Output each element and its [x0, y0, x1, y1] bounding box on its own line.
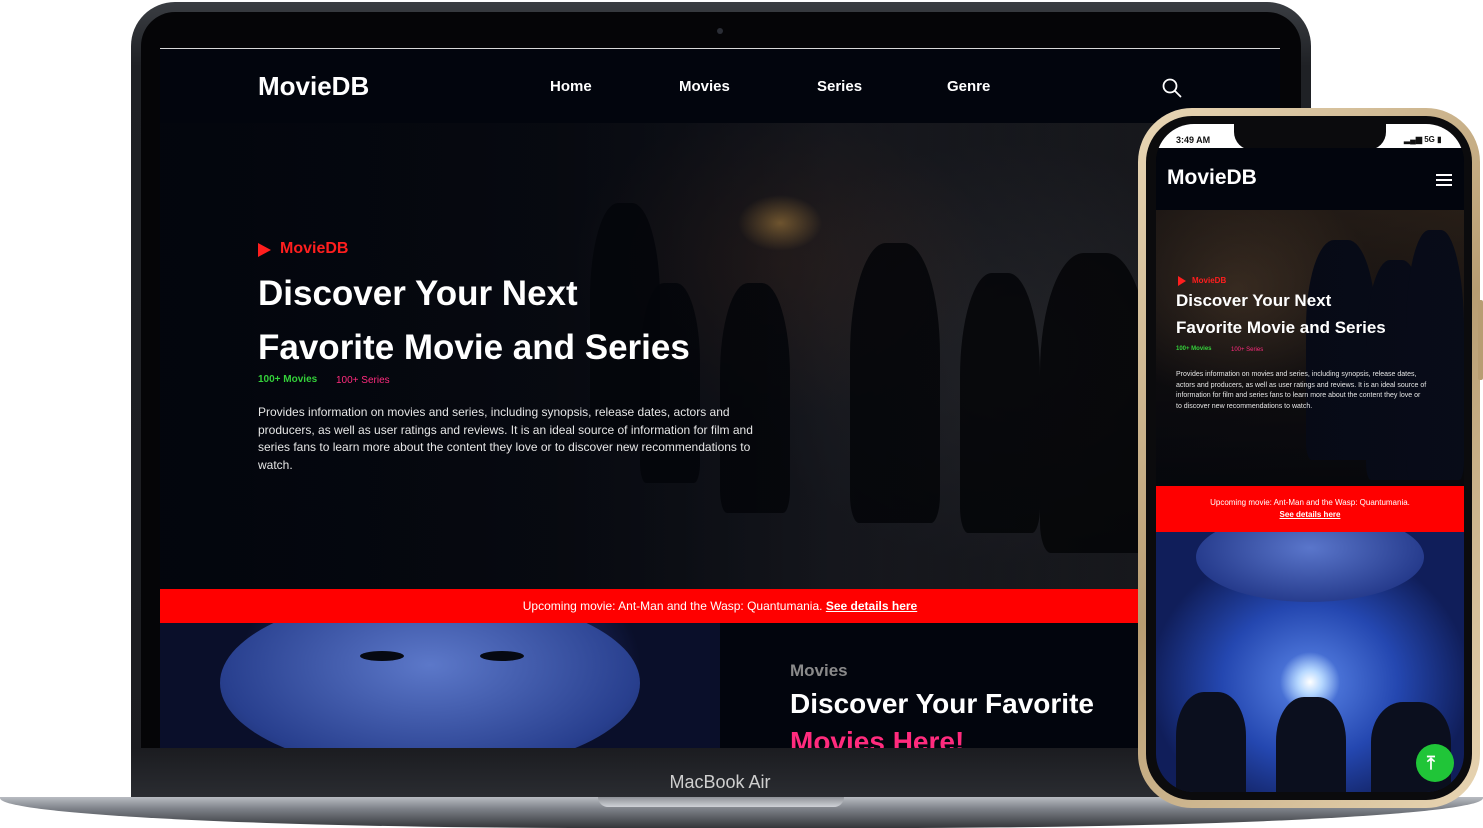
mobile-banner-text: Upcoming movie: Ant-Man and the Wasp: Qu… [1210, 498, 1410, 507]
hero-title: Discover Your Next Favorite Movie and Se… [258, 267, 858, 375]
mobile-hero-description: Provides information on movies and serie… [1176, 371, 1427, 410]
laptop-hinge-notch [598, 797, 844, 807]
phone-screen: 3:49 AM ▂▄▆ 5G ▮ MovieDB MovieDB Discove… [1156, 124, 1464, 792]
poster-rock [1276, 697, 1346, 792]
mobile-hero-tag: MovieDB [1192, 276, 1227, 285]
site-logo[interactable]: MovieDB [258, 71, 369, 102]
poster-eye [480, 651, 524, 661]
nav-link-movies[interactable]: Movies [679, 78, 730, 95]
section-title-pink: Movies Here! [790, 726, 965, 749]
poster-face [220, 623, 640, 749]
nav-link-genre[interactable]: Genre [947, 78, 990, 95]
mobile-hero-title-line1: Discover Your Next [1176, 291, 1332, 310]
arrow-up-icon: ⤒ [1427, 753, 1435, 773]
section-title: Discover Your Favorite Movies Here! [790, 685, 1094, 749]
play-icon [258, 243, 271, 257]
hero-title-line2: Favorite Movie and Series [258, 328, 690, 367]
network-type: 5G [1424, 135, 1435, 144]
mobile-hero-title-line2: Favorite Movie and Series [1176, 318, 1386, 337]
hamburger-menu-icon[interactable] [1436, 174, 1452, 186]
mobile-hero-title: Discover Your Next Favorite Movie and Se… [1176, 287, 1456, 341]
search-icon[interactable] [1162, 78, 1182, 98]
scroll-top-button[interactable] [1416, 744, 1454, 782]
hero-description: Provides information on movies and serie… [258, 405, 753, 472]
banner-details-link[interactable]: See details here [826, 599, 917, 613]
mobile-upcoming-banner: Upcoming movie: Ant-Man and the Wasp: Qu… [1156, 486, 1464, 532]
laptop-camera [717, 28, 723, 34]
mobile-banner-details-link[interactable]: See details here [1156, 510, 1464, 519]
stat-series: 100+ Series [336, 375, 390, 386]
phone-notch [1234, 124, 1386, 150]
signal-icon: ▂▄▆ [1404, 135, 1422, 144]
stat-movies: 100+ Movies [258, 374, 318, 385]
status-network: ▂▄▆ 5G ▮ [1404, 135, 1442, 144]
mobile-stat-series: 100+ Series [1231, 347, 1264, 353]
section-label: Movies [790, 661, 848, 680]
movie-poster [160, 623, 720, 749]
mobile-site-logo[interactable]: MovieDB [1167, 166, 1257, 190]
upcoming-banner: Upcoming movie: Ant-Man and the Wasp: Qu… [160, 589, 1280, 623]
section-title-white: Discover Your Favorite [790, 688, 1094, 719]
play-icon [1178, 276, 1186, 286]
phone-side-button [1478, 300, 1483, 380]
battery-icon: ▮ [1437, 135, 1442, 144]
banner-text: Upcoming movie: Ant-Man and the Wasp: Qu… [522, 599, 823, 613]
nav-link-home[interactable]: Home [550, 78, 592, 95]
device-label: MacBook Air [669, 772, 771, 792]
poster-rock [1176, 692, 1246, 792]
hero-tag: MovieDB [280, 240, 349, 257]
mobile-stat-movies: 100+ Movies [1176, 346, 1212, 352]
nav-link-series[interactable]: Series [817, 78, 862, 95]
poster-face [1196, 532, 1424, 602]
poster-eye [360, 651, 404, 661]
status-time: 3:49 AM [1176, 135, 1211, 145]
site-navbar: MovieDB Home Movies Series Genre [160, 49, 1280, 123]
laptop-screen: MovieDB Home Movies Series Genre MovieDB… [160, 48, 1280, 749]
hero-title-line1: Discover Your Next [258, 274, 578, 313]
